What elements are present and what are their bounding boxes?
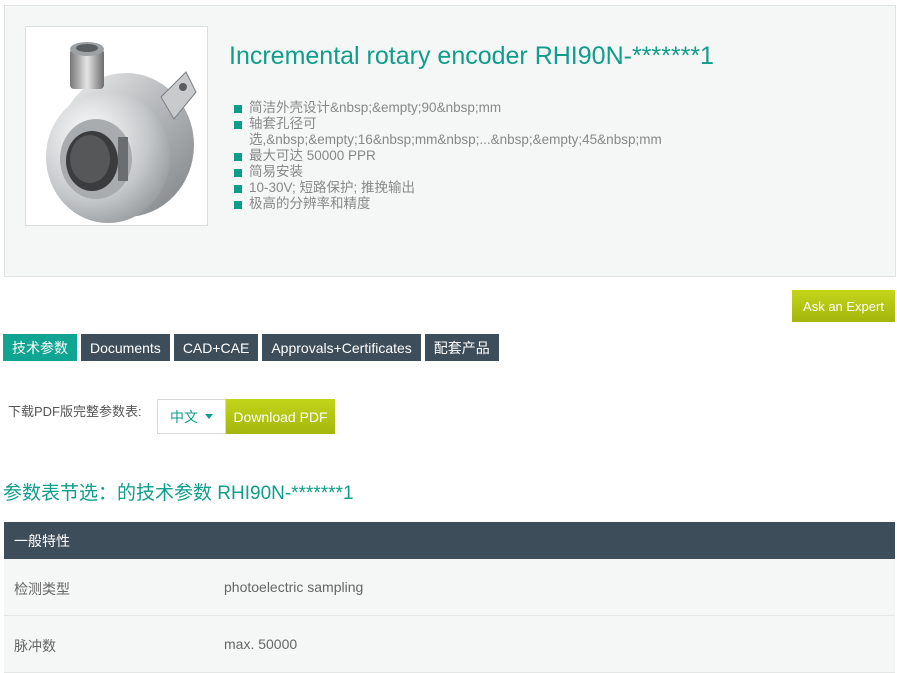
feature-item: 最大可达 50000 PPR — [233, 148, 693, 164]
spec-value: photoelectric sampling — [224, 579, 364, 595]
language-select[interactable]: 中文 — [157, 399, 226, 434]
feature-item: 10-30V; 短路保护; 推挽输出 — [233, 180, 693, 196]
pdf-download-label: 下载PDF版完整参数表: — [8, 404, 142, 419]
tab-documents[interactable]: Documents — [81, 334, 170, 361]
language-select-value: 中文 — [170, 408, 198, 425]
section-heading: 参数表节选：的技术参数 RHI90N-*******1 — [3, 483, 354, 504]
tab-accessories[interactable]: 配套产品 — [424, 334, 499, 361]
feature-item: 极高的分辨率和精度 — [233, 196, 693, 212]
download-pdf-button[interactable]: Download PDF — [226, 399, 335, 434]
tab-approvals-certificates[interactable]: Approvals+Certificates — [262, 334, 421, 361]
tab-technical-data[interactable]: 技术参数 — [3, 334, 77, 361]
spec-value: max. 50000 — [224, 636, 298, 652]
product-image — [25, 26, 208, 226]
product-panel: Incremental rotary encoder RHI90N-******… — [4, 5, 896, 277]
table-row: 脉冲数 max. 50000 — [4, 616, 895, 673]
tab-cad-cae[interactable]: CAD+CAE — [173, 334, 259, 361]
spec-label: 检测类型 — [14, 581, 70, 597]
spec-label: 脉冲数 — [14, 638, 56, 654]
encoder-image — [46, 42, 197, 223]
feature-item: 简易安装 — [233, 164, 693, 180]
ask-expert-button[interactable]: Ask an Expert — [792, 290, 895, 322]
caret-down-icon — [205, 414, 213, 419]
feature-list: 简洁外壳设计&nbsp;&empty;90&nbsp;mm 轴套孔径可选,&nb… — [233, 100, 693, 212]
product-title: Incremental rotary encoder RHI90N-******… — [229, 42, 714, 70]
table-row: 检测类型 photoelectric sampling — [4, 559, 895, 616]
tab-bar: 技术参数 Documents CAD+CAE Approvals+Certifi… — [3, 334, 499, 361]
spec-table: 一般特性 检测类型 photoelectric sampling 脉冲数 max… — [4, 522, 895, 673]
feature-item: 简洁外壳设计&nbsp;&empty;90&nbsp;mm — [233, 100, 693, 116]
spec-group-header: 一般特性 — [4, 522, 895, 559]
feature-item: 轴套孔径可选,&nbsp;&empty;16&nbsp;mm&nbsp;...&… — [233, 116, 693, 148]
